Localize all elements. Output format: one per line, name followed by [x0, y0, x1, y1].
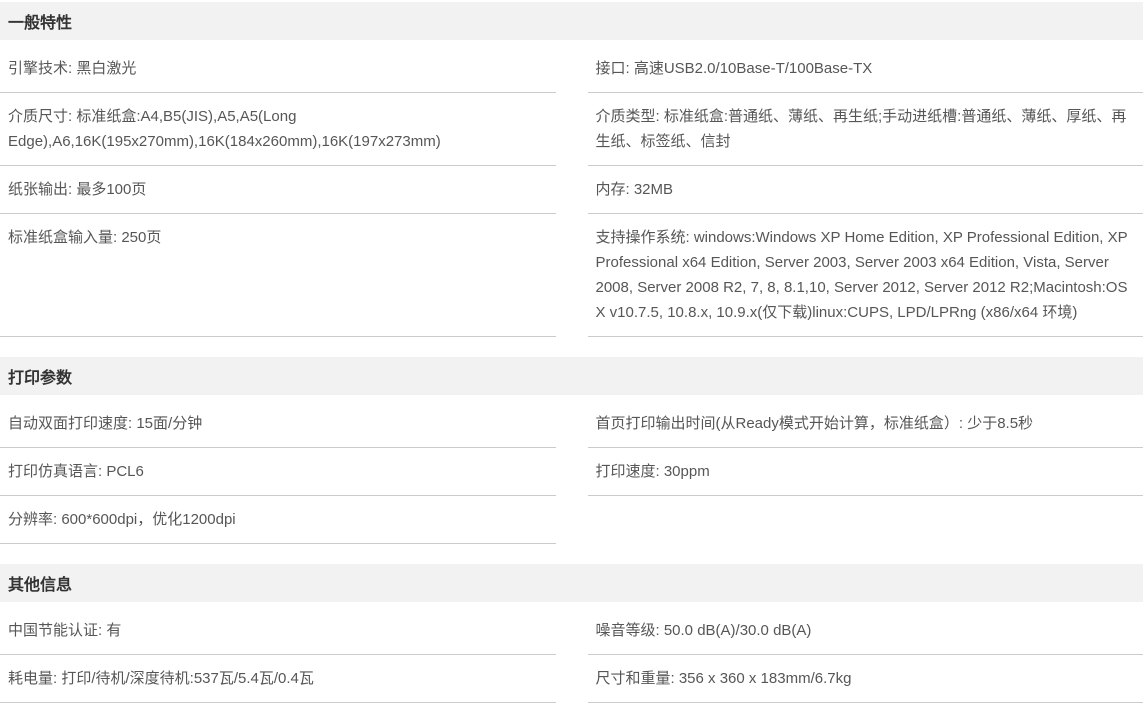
spec-text: 支持操作系统: windows:Windows XP Home Edition,… — [596, 229, 1128, 321]
section-body: 中国节能认证: 有 噪音等级: 50.0 dB(A)/30.0 dB(A) 耗电量:… — [0, 607, 1143, 703]
section-header: 其他信息 — [0, 564, 1143, 602]
spec-section: 一般特性 引擎技术: 黑白激光 接口: 高速USB2.0/10Base-T/100… — [0, 2, 1143, 337]
spec-cell-right — [588, 496, 1143, 544]
section-title: 其他信息 — [8, 571, 72, 595]
spec-cell-right: 介质类型: 标准纸盒:普通纸、薄纸、再生纸;手动进纸槽:普通纸、薄纸、厚纸、再生… — [588, 93, 1143, 166]
spec-text: 耗电量: 打印/待机/深度待机:537瓦/5.4瓦/0.4瓦 — [8, 670, 314, 687]
spec-text: 首页打印输出时间(从Ready模式开始计算，标准纸盒）: 少于8.5秒 — [596, 415, 1034, 432]
section-body: 引擎技术: 黑白激光 接口: 高速USB2.0/10Base-T/100Base-… — [0, 45, 1143, 337]
spec-cell-right: 接口: 高速USB2.0/10Base-T/100Base-TX — [588, 45, 1143, 93]
spec-text: 分辨率: 600*600dpi，优化1200dpi — [8, 511, 236, 528]
spec-cell-left: 介质尺寸: 标准纸盒:A4,B5(JIS),A5,A5(Long Edge),A… — [0, 93, 556, 166]
section-title: 打印参数 — [8, 364, 72, 388]
spec-cell-left: 纸张输出: 最多100页 — [0, 166, 556, 214]
spec-text: 打印速度: 30ppm — [596, 463, 710, 480]
spec-cell-left: 耗电量: 打印/待机/深度待机:537瓦/5.4瓦/0.4瓦 — [0, 655, 556, 703]
section-header: 打印参数 — [0, 357, 1143, 395]
spec-cell-left: 中国节能认证: 有 — [0, 607, 556, 655]
spec-text: 标准纸盒输入量: 250页 — [8, 229, 161, 246]
spec-page: 一般特性 引擎技术: 黑白激光 接口: 高速USB2.0/10Base-T/100… — [0, 0, 1143, 703]
spec-cell-right: 首页打印输出时间(从Ready模式开始计算，标准纸盒）: 少于8.5秒 — [588, 400, 1143, 448]
spec-cell-right: 尺寸和重量: 356 x 360 x 183mm/6.7kg — [588, 655, 1143, 703]
spec-text: 介质类型: 标准纸盒:普通纸、薄纸、再生纸;手动进纸槽:普通纸、薄纸、厚纸、再生… — [596, 108, 1127, 150]
spec-cell-left: 自动双面打印速度: 15面/分钟 — [0, 400, 556, 448]
spec-text: 接口: 高速USB2.0/10Base-T/100Base-TX — [596, 60, 873, 77]
spec-text: 尺寸和重量: 356 x 360 x 183mm/6.7kg — [596, 670, 852, 687]
spec-cell-left: 引擎技术: 黑白激光 — [0, 45, 556, 93]
spec-cell-left: 打印仿真语言: PCL6 — [0, 448, 556, 496]
section-title: 一般特性 — [8, 9, 72, 33]
spec-cell-left: 标准纸盒输入量: 250页 — [0, 214, 556, 337]
spec-cell-right: 支持操作系统: windows:Windows XP Home Edition,… — [588, 214, 1143, 337]
spec-cell-right: 噪音等级: 50.0 dB(A)/30.0 dB(A) — [588, 607, 1143, 655]
spec-cell-left: 分辨率: 600*600dpi，优化1200dpi — [0, 496, 556, 544]
spec-text: 噪音等级: 50.0 dB(A)/30.0 dB(A) — [596, 622, 812, 639]
spec-text: 中国节能认证: 有 — [8, 622, 121, 639]
spec-cell-right: 打印速度: 30ppm — [588, 448, 1143, 496]
spec-text: 打印仿真语言: PCL6 — [8, 463, 144, 480]
spec-text: 纸张输出: 最多100页 — [8, 181, 146, 198]
spec-cell-right: 内存: 32MB — [588, 166, 1143, 214]
spec-section: 打印参数 自动双面打印速度: 15面/分钟 首页打印输出时间(从Ready模式开始… — [0, 357, 1143, 544]
spec-section: 其他信息 中国节能认证: 有 噪音等级: 50.0 dB(A)/30.0 dB(A… — [0, 564, 1143, 703]
section-body: 自动双面打印速度: 15面/分钟 首页打印输出时间(从Ready模式开始计算，标准… — [0, 400, 1143, 544]
spec-text: 自动双面打印速度: 15面/分钟 — [8, 415, 202, 432]
spec-text: 引擎技术: 黑白激光 — [8, 60, 136, 77]
spec-text: 内存: 32MB — [596, 181, 674, 198]
section-header: 一般特性 — [0, 2, 1143, 40]
spec-text: 介质尺寸: 标准纸盒:A4,B5(JIS),A5,A5(Long Edge),A… — [8, 108, 441, 150]
